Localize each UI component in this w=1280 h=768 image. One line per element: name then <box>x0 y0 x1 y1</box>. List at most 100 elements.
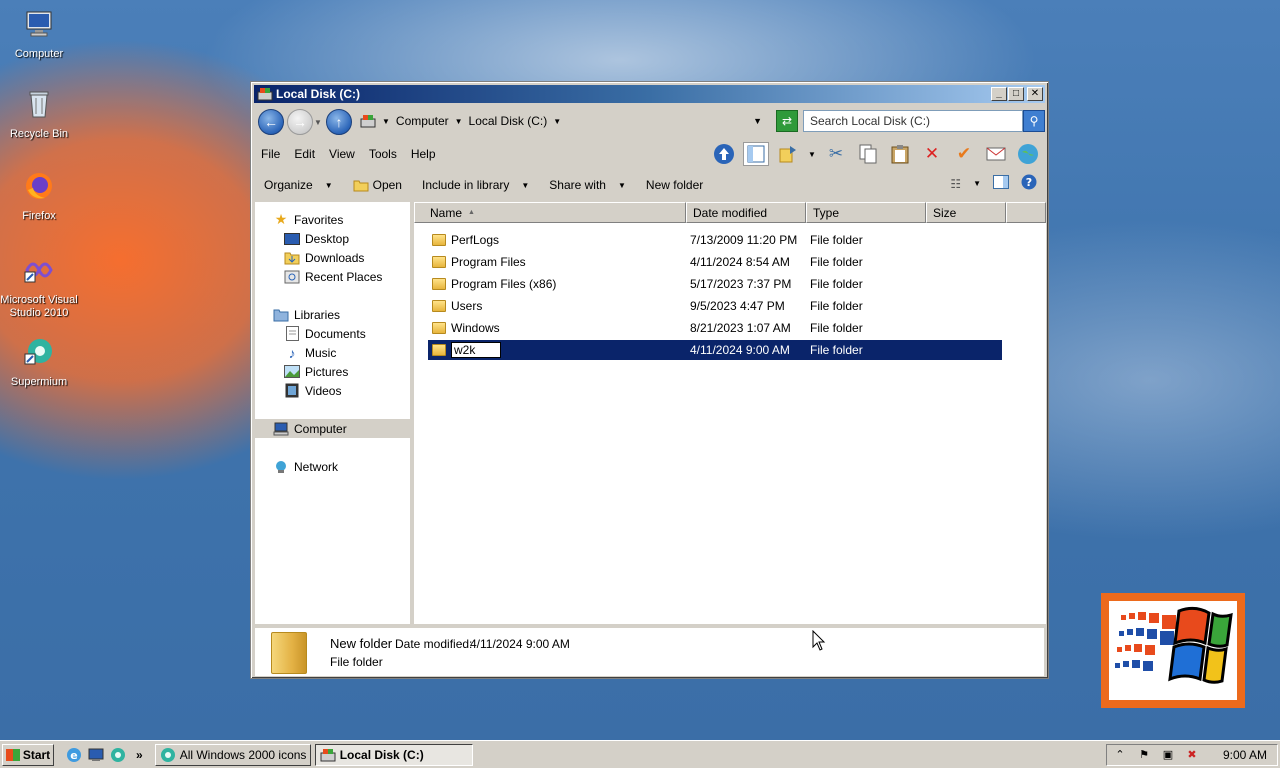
column-name[interactable]: Name ▲ <box>414 202 686 223</box>
nav-downloads[interactable]: Downloads <box>255 248 412 267</box>
breadcrumb-local-disk[interactable]: Local Disk (C:) <box>469 114 548 128</box>
documents-icon <box>284 326 300 342</box>
back-button[interactable]: ← <box>258 109 284 135</box>
nav-pictures[interactable]: Pictures <box>255 362 412 381</box>
action-center-flag-icon[interactable]: ⚑ <box>1137 748 1151 762</box>
menu-view[interactable]: View <box>322 147 362 161</box>
nav-videos[interactable]: Videos <box>255 381 412 400</box>
folders-pane-icon[interactable] <box>743 142 769 166</box>
clock[interactable]: 9:00 AM <box>1223 748 1267 762</box>
breadcrumb-chevron-icon[interactable]: ▼ <box>553 117 561 126</box>
computer-icon <box>26 11 52 37</box>
desktop-icon-firefox[interactable]: Firefox <box>0 170 78 223</box>
nav-label: Documents <box>305 326 366 341</box>
history-dropdown[interactable]: ▼ <box>313 118 323 127</box>
table-row[interactable]: Program Files 4/11/2024 8:54 AM File fol… <box>428 252 1002 272</box>
column-size[interactable]: Size <box>926 202 1006 223</box>
desktop-icon-supermium[interactable]: Supermium <box>0 336 78 389</box>
email-icon[interactable] <box>983 142 1009 166</box>
downloads-folder-icon <box>284 250 300 266</box>
start-button[interactable]: Start <box>2 743 54 766</box>
column-type[interactable]: Type <box>806 202 926 223</box>
maximize-button[interactable]: □ <box>1008 87 1024 101</box>
volume-muted-icon[interactable]: ✖ <box>1185 748 1199 762</box>
view-options-icon[interactable]: ☷ <box>950 177 961 191</box>
details-modified-label: Date modified: <box>395 637 473 651</box>
nav-desktop[interactable]: Desktop <box>255 229 412 248</box>
nav-favorites[interactable]: ★ Favorites <box>255 210 412 229</box>
show-desktop-icon[interactable] <box>88 747 104 763</box>
globe-icon[interactable] <box>1015 142 1041 166</box>
properties-check-icon[interactable]: ✔ <box>951 142 977 166</box>
desktop-icon-computer[interactable]: Computer <box>0 8 78 61</box>
breadcrumb-chevron-icon[interactable]: ▼ <box>455 117 463 126</box>
recent-places-icon <box>284 269 300 285</box>
file-list: Name ▲ Date modified Type Size PerfLogs … <box>414 202 1046 624</box>
desktop-icon-label: Recycle Bin <box>9 128 69 140</box>
file-type: File folder <box>810 321 863 335</box>
nav-libraries[interactable]: Libraries <box>255 305 412 324</box>
delete-icon[interactable]: ✕ <box>919 142 945 166</box>
ie-icon[interactable]: e <box>66 747 82 763</box>
column-date-modified[interactable]: Date modified <box>686 202 806 223</box>
title-bar[interactable]: Local Disk (C:) _ □ ✕ <box>254 85 1045 103</box>
nav-label: Recent Places <box>305 269 383 284</box>
help-icon[interactable]: ? <box>1021 174 1037 193</box>
breadcrumb-computer[interactable]: Computer <box>396 114 449 128</box>
view-dropdown-icon[interactable]: ▼ <box>973 179 981 188</box>
table-row[interactable]: Users 9/5/2023 4:47 PM File folder <box>428 296 1002 316</box>
close-button[interactable]: ✕ <box>1027 87 1043 101</box>
rename-input[interactable]: w2k <box>451 342 501 358</box>
forward-button[interactable]: → <box>287 109 313 135</box>
breadcrumb-chevron-icon[interactable]: ▼ <box>382 117 390 126</box>
nav-label: Computer <box>294 421 347 436</box>
menu-help[interactable]: Help <box>404 147 443 161</box>
taskbar-task-local-disk[interactable]: Local Disk (C:) <box>314 743 473 766</box>
include-in-library-button[interactable]: Include in library ▼ <box>412 178 539 192</box>
column-label: Type <box>813 205 840 220</box>
menu-file[interactable]: File <box>254 147 287 161</box>
table-row-selected[interactable]: w2k 4/11/2024 9:00 AM File folder <box>428 340 1002 360</box>
nav-music[interactable]: ♪ Music <box>255 343 412 362</box>
show-hidden-icons-icon[interactable]: ⌃ <box>1113 748 1127 762</box>
desktop-icon-label-line2: Studio 2010 <box>9 307 69 319</box>
share-with-button[interactable]: Share with ▼ <box>539 178 636 192</box>
task-label: All Windows 2000 icons i... <box>179 747 311 762</box>
desktop-icon-recycle-bin[interactable]: Recycle Bin <box>0 88 78 141</box>
copy-to-dropdown-icon[interactable]: ▼ <box>807 142 817 166</box>
desktop-icon-visual-studio[interactable]: Microsoft Visual Studio 2010 <box>0 254 78 320</box>
visual-studio-icon <box>24 262 53 283</box>
new-folder-button[interactable]: New folder <box>636 178 713 192</box>
open-button[interactable]: Open <box>343 178 412 192</box>
taskbar-task-icons-browser[interactable]: All Windows 2000 icons i... <box>154 743 311 766</box>
nav-label: Music <box>305 345 337 360</box>
up-button[interactable]: ↑ <box>326 109 352 135</box>
quick-launch-more-icon[interactable]: » <box>136 748 143 762</box>
refresh-button[interactable]: ⇄ <box>776 110 798 132</box>
preview-pane-icon[interactable] <box>993 175 1009 192</box>
table-row[interactable]: Program Files (x86) 5/17/2023 7:37 PM Fi… <box>428 274 1002 294</box>
menu-edit[interactable]: Edit <box>287 147 322 161</box>
file-name: Program Files (x86) <box>451 277 557 291</box>
organize-button[interactable]: Organize ▼ <box>254 178 343 192</box>
copy-icon[interactable] <box>855 142 881 166</box>
table-row[interactable]: Windows 8/21/2023 1:07 AM File folder <box>428 318 1002 338</box>
up-folder-icon[interactable] <box>711 142 737 166</box>
nav-recent-places[interactable]: Recent Places <box>255 267 412 286</box>
table-row[interactable]: PerfLogs 7/13/2009 11:20 PM File folder <box>428 230 1002 250</box>
nav-network[interactable]: Network <box>255 457 412 476</box>
paste-icon[interactable] <box>887 142 913 166</box>
cut-icon[interactable]: ✂ <box>823 142 849 166</box>
nav-computer[interactable]: Computer <box>255 419 412 438</box>
search-button[interactable]: ⚲ <box>1023 110 1045 132</box>
menu-tools[interactable]: Tools <box>362 147 404 161</box>
nav-documents[interactable]: Documents <box>255 324 412 343</box>
address-dropdown-icon[interactable]: ▼ <box>753 116 762 126</box>
search-input[interactable]: Search Local Disk (C:) <box>803 110 1023 132</box>
move-to-icon[interactable] <box>775 142 801 166</box>
supermium-quicklaunch-icon[interactable] <box>110 747 126 763</box>
explorer-window: Local Disk (C:) _ □ ✕ ← → ▼ ↑ ▼ Computer… <box>250 81 1049 679</box>
network-tray-icon[interactable]: ▣ <box>1161 748 1175 762</box>
minimize-button[interactable]: _ <box>991 87 1007 101</box>
address-bar[interactable]: ▼ Computer ▼ Local Disk (C:) ▼ ▼ <box>358 110 766 132</box>
